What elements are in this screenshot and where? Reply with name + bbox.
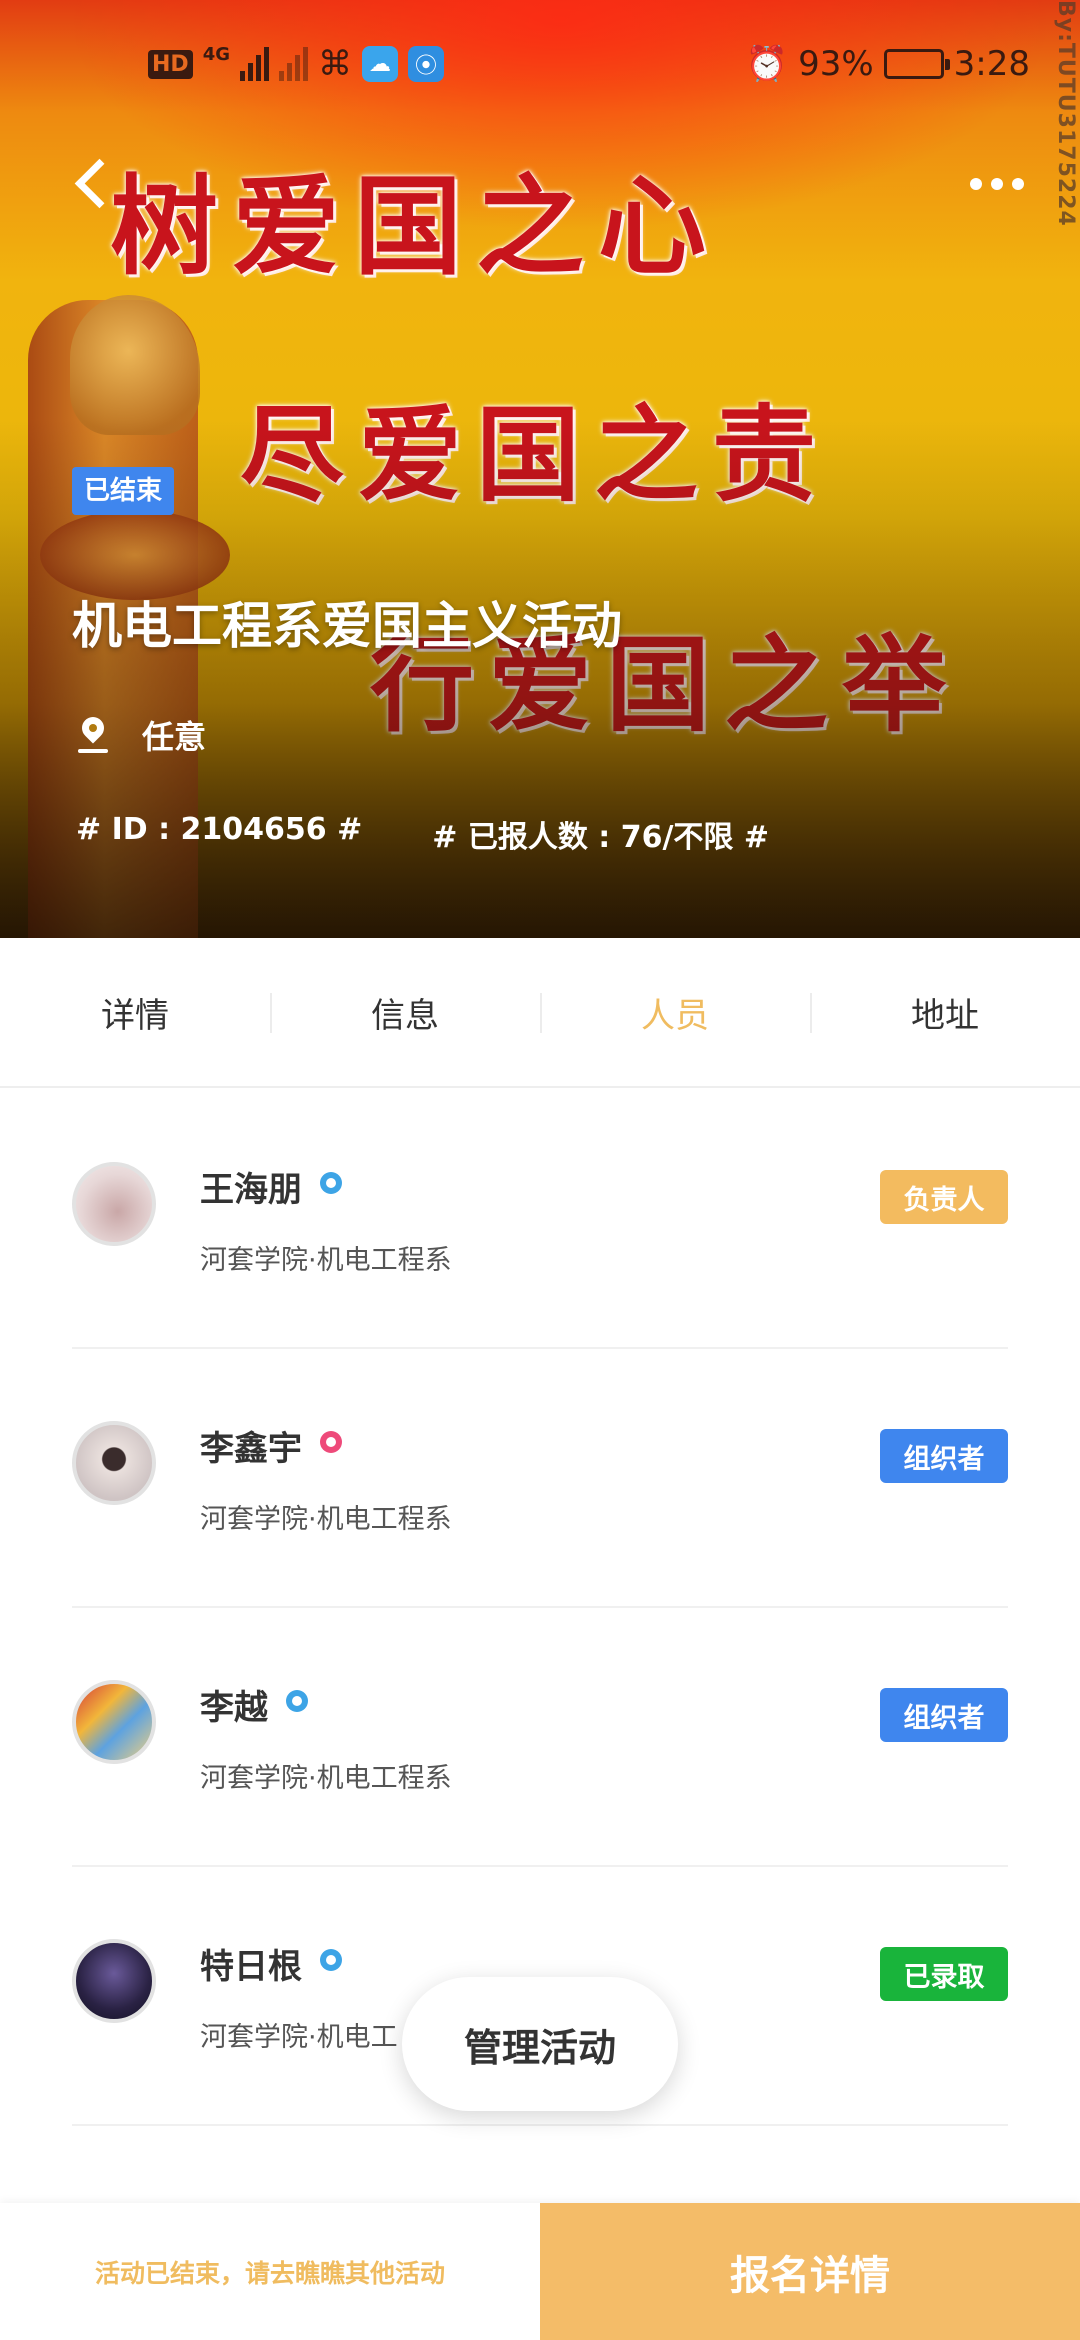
banner-slogan-2: 尽爱国之责 bbox=[240, 393, 831, 516]
banner-slogan-1: 树爱国之心 bbox=[110, 164, 721, 290]
avatar[interactable] bbox=[72, 1939, 156, 2023]
avatar[interactable] bbox=[72, 1680, 156, 1764]
role-badge: 组织者 bbox=[880, 1688, 1008, 1742]
signal-2-icon bbox=[279, 47, 308, 81]
back-icon[interactable] bbox=[70, 160, 116, 206]
tab-details[interactable]: 详情 bbox=[0, 938, 270, 1086]
member-row[interactable]: 李越 河套学院·机电工程系 组织者 bbox=[72, 1608, 1008, 1867]
location-row: 任意 bbox=[72, 712, 206, 758]
role-badge: 负责人 bbox=[880, 1170, 1008, 1224]
activity-ended-tip[interactable]: 活动已结束，请去瞧瞧其他活动 bbox=[0, 2203, 540, 2340]
tab-bar: 详情 信息 人员 地址 bbox=[0, 938, 1080, 1088]
battery-percent: 93% bbox=[798, 44, 874, 84]
bottom-bar: 活动已结束，请去瞧瞧其他活动 报名详情 bbox=[0, 2203, 1080, 2340]
more-icon[interactable] bbox=[970, 178, 1024, 190]
verified-badge-icon bbox=[286, 1689, 308, 1712]
activity-id: # ID : 2104656 # bbox=[76, 812, 363, 847]
member-department: 河套学院·机电工程系 bbox=[200, 1504, 452, 1535]
location-pin-icon bbox=[78, 715, 108, 755]
wifi-icon: ⌘ bbox=[318, 44, 352, 84]
member-name: 李鑫宇 bbox=[200, 1429, 302, 1469]
status-bar: HD 4G ⌘ ☁ ⦿ ⏰ 93% 3:28 bbox=[0, 0, 1080, 130]
member-row[interactable]: 李鑫宇 河套学院·机电工程系 组织者 bbox=[72, 1349, 1008, 1608]
pillar-lion-image bbox=[70, 295, 200, 435]
member-department: 河套学院·机电工 bbox=[200, 2022, 398, 2053]
member-list: 王海朋 河套学院·机电工程系 负责人 李鑫宇 河套学院·机电工程系 组织者 李越… bbox=[72, 1090, 1008, 2126]
member-name: 李越 bbox=[200, 1688, 268, 1728]
cloud-app-icon: ☁ bbox=[362, 46, 398, 82]
member-department: 河套学院·机电工程系 bbox=[200, 1763, 452, 1794]
tab-members[interactable]: 人员 bbox=[540, 938, 810, 1086]
manage-activity-button[interactable]: 管理活动 bbox=[402, 1977, 678, 2111]
member-row[interactable]: 王海朋 河套学院·机电工程系 负责人 bbox=[72, 1090, 1008, 1349]
hd-icon: HD bbox=[148, 49, 193, 79]
tab-info[interactable]: 信息 bbox=[270, 938, 540, 1086]
member-department: 河套学院·机电工程系 bbox=[200, 1245, 452, 1276]
hotspot-icon: ⦿ bbox=[408, 46, 444, 82]
tab-address[interactable]: 地址 bbox=[810, 938, 1080, 1086]
battery-icon bbox=[883, 49, 950, 79]
activity-meta: # ID : 2104656 # # 已报人数 : 76/不限 # bbox=[76, 812, 769, 856]
avatar[interactable] bbox=[72, 1162, 156, 1246]
verified-badge-icon bbox=[320, 1171, 342, 1194]
signup-count: # 已报人数 : 76/不限 # bbox=[432, 820, 769, 855]
member-name: 特日根 bbox=[200, 1947, 302, 1987]
status-bar-left: HD 4G ⌘ ☁ ⦿ bbox=[148, 43, 444, 84]
signup-details-button[interactable]: 报名详情 bbox=[540, 2203, 1080, 2340]
role-badge: 已录取 bbox=[880, 1947, 1008, 2001]
clock: 3:28 bbox=[953, 44, 1030, 84]
verified-badge-icon bbox=[320, 1430, 342, 1453]
avatar[interactable] bbox=[72, 1421, 156, 1505]
activity-title: 机电工程系爱国主义活动 bbox=[72, 597, 622, 655]
member-name: 王海朋 bbox=[200, 1170, 302, 1210]
alarm-icon: ⏰ bbox=[745, 44, 789, 84]
network-type: 4G bbox=[202, 43, 230, 65]
verified-badge-icon bbox=[320, 1948, 342, 1971]
role-badge: 组织者 bbox=[880, 1429, 1008, 1483]
status-bar-right: ⏰ 93% 3:28 bbox=[746, 44, 1030, 84]
status-badge: 已结束 bbox=[72, 467, 175, 515]
location-text: 任意 bbox=[142, 718, 207, 756]
signal-icon bbox=[240, 47, 269, 81]
